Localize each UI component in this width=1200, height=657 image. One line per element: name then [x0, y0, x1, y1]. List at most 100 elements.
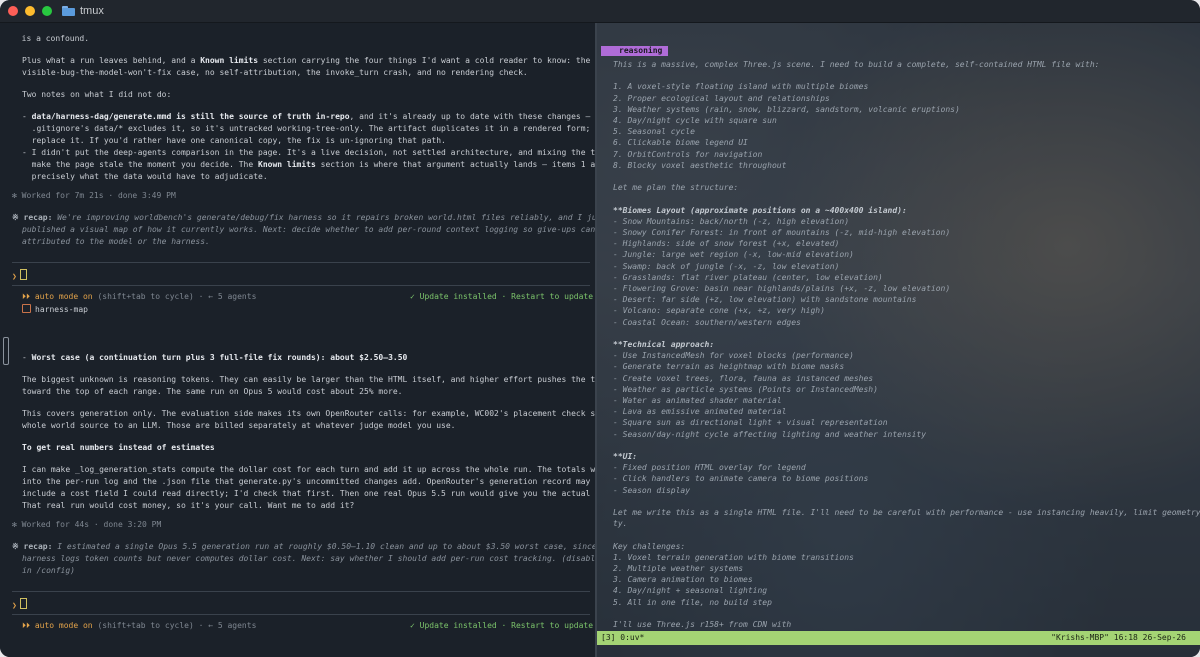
reasoning-line: - Create voxel trees, flora, fauna as in… [613, 373, 874, 383]
text-line: toward the top of each range. The same r… [22, 387, 403, 396]
reasoning-line: - Desert: far side (+z, low elevation) w… [613, 295, 917, 305]
text-line: - I didn't put the deep-agents compariso… [22, 148, 595, 157]
reasoning-line: 5. All in one file, no build step [613, 597, 772, 607]
text-line: is a confound. [12, 34, 90, 43]
worked-status: ✻ Worked for 7m 21s · done 3:49 PM [12, 191, 176, 200]
section-heading: To get real numbers instead of estimates [22, 443, 215, 452]
text-line: The biggest unknown is reasoning tokens.… [22, 375, 595, 384]
text-line: whole world source to an LLM. Those are … [22, 421, 456, 430]
text-line: I can make _log_generation_stats compute… [22, 465, 595, 474]
reasoning-line: - Lava as emissive animated material [613, 407, 787, 417]
text-line: .gitignore's data/* excludes it, so it's… [22, 124, 595, 133]
text-line: make the page stale the moment you decid… [22, 160, 595, 169]
text-line: Two notes on what I did not do: [22, 90, 172, 99]
reasoning-line: ty. [613, 519, 628, 529]
input-border-top [12, 591, 590, 592]
text-line: Plus what a run leaves behind, and a Kno… [22, 56, 591, 65]
reasoning-line: Let me write this as a single HTML file.… [613, 508, 1200, 517]
reasoning-line: - Season/day-night cycle affecting light… [613, 429, 927, 439]
reasoning-line: Key challenges: [613, 541, 686, 551]
mode-status: ⏵⏵ auto mode on (shift+tab to cycle) · ←… [22, 292, 257, 301]
window-title-text: tmux [80, 5, 104, 17]
reasoning-line: - Water as animated shader material [613, 396, 782, 405]
reasoning-line: - Generate terrain as heightmap with bio… [613, 362, 845, 372]
text-line: - Worst case (a continuation turn plus 3… [22, 353, 408, 362]
host-clock: "Krishs-MBP" 16:18 26-Sep-26 [1051, 633, 1186, 642]
reasoning-line: 4. Day/night cycle with square sun [613, 116, 777, 125]
reasoning-line: Let me plan the structure: [613, 183, 739, 193]
reasoning-line: - Fixed position HTML overlay for legend [613, 463, 806, 473]
text-line: precisely what the data would have to ad… [22, 172, 268, 181]
reasoning-line: 5. Seasonal cycle [613, 127, 695, 137]
text-line: visible-bug-the-model-won't-fix case, no… [22, 68, 528, 77]
reasoning-line: This is a massive, complex Three.js scen… [613, 60, 1100, 69]
reasoning-line: 2. Multiple weather systems [613, 564, 744, 573]
window-title: tmux [62, 5, 104, 17]
recap-line: harness logs token counts but never comp… [22, 554, 595, 563]
left-pane[interactable]: is a confound. Plus what a run leaves be… [0, 23, 595, 657]
reasoning-line: - Use InstancedMesh for voxel blocks (pe… [613, 351, 854, 361]
prompt-input[interactable]: ❯ [12, 269, 27, 282]
reasoning-line: - Weather as particle systems (Points or… [613, 384, 878, 394]
input-border-top [12, 262, 590, 263]
text-cursor [19, 269, 27, 280]
reasoning-line: 2. Proper ecological layout and relation… [613, 93, 830, 103]
reasoning-line: - Click handlers to animate camera to bi… [613, 474, 869, 484]
reasoning-line: - Highlands: side of snow forest (+x, el… [613, 239, 840, 249]
reasoning-line: - Snow Mountains: back/north (-z, high e… [613, 216, 850, 226]
reasoning-line: I'll use Three.js r158+ from CDN with [613, 620, 792, 629]
window-controls [8, 6, 52, 16]
window-list[interactable]: [3] 0:uv* [601, 631, 644, 645]
reasoning-line: - Season display [613, 485, 691, 495]
reasoning-label: reasoning [601, 46, 669, 56]
tmux-status-bar: [3] 0:uv* "Krishs-MBP" 16:18 26-Sep-26 [597, 631, 1200, 645]
recap-line: published a visual map of how it current… [22, 225, 595, 234]
reasoning-line: - Grasslands: flat river plateau (center… [613, 272, 883, 282]
reasoning-line: 7. OrbitControls for navigation [613, 149, 763, 159]
text-line: replace it. If you'd rather have one can… [22, 136, 446, 145]
scroll-indicator[interactable] [3, 337, 9, 365]
reasoning-line: 8. Blocky voxel aesthetic throughout [613, 160, 787, 170]
reasoning-line: 1. Voxel terrain generation with biome t… [613, 552, 854, 562]
text-line: into the per-run log and the .json file … [22, 477, 595, 486]
recap-line: attributed to the model or the harness. [22, 237, 210, 246]
reasoning-line: - Jungle: large wet region (-x, low-mid … [613, 250, 854, 260]
reasoning-line: - Square sun as directional light + visu… [613, 418, 888, 428]
text-line: include a cost field I could read direct… [22, 489, 595, 498]
reasoning-line: **Biomes Layout (approximate positions o… [613, 205, 907, 215]
reasoning-line: - Volcano: separate cone (+x, +z, very h… [613, 306, 825, 316]
text-cursor [19, 598, 27, 609]
zoom-button[interactable] [42, 6, 52, 16]
reasoning-line: 1. A voxel-style floating island with mu… [613, 82, 869, 92]
text-line: That real run would cost money, so it's … [22, 501, 355, 510]
prompt-input[interactable]: ❯ [12, 598, 27, 611]
input-border-bottom [12, 614, 590, 615]
update-status[interactable]: ✓ Update installed · Restart to update [410, 621, 593, 631]
worked-status: ✻ Worked for 44s · done 3:20 PM [12, 520, 162, 529]
reasoning-line: - Swamp: back of jungle (-x, -z, low ele… [613, 261, 840, 271]
reasoning-line: **UI: [613, 452, 638, 461]
link-icon [22, 304, 31, 313]
reasoning-line: - Snowy Conifer Forest: in front of moun… [613, 228, 951, 237]
reasoning-line: 3. Weather systems (rain, snow, blizzard… [613, 104, 960, 114]
recap-line: ※ recap: We're improving worldbench's ge… [12, 213, 595, 222]
recap-line: in /config) [22, 566, 75, 575]
reasoning-line: 6. Clickable biome legend UI [613, 138, 748, 148]
harness-map-link[interactable]: harness-map [22, 304, 88, 315]
reasoning-line: **Technical approach: [613, 340, 715, 349]
recap-line: ※ recap: I estimated a single Opus 5.5 g… [12, 542, 595, 551]
text-line: - data/harness-dag/generate.mmd is still… [22, 112, 595, 121]
text-line: This covers generation only. The evaluat… [22, 409, 595, 418]
folder-icon [62, 6, 75, 16]
reasoning-line: - Coastal Ocean: southern/western edges [613, 317, 801, 327]
mode-status: ⏵⏵ auto mode on (shift+tab to cycle) · ←… [22, 621, 257, 630]
input-border-bottom [12, 285, 590, 286]
reasoning-line: 4. Day/night + seasonal lighting [613, 586, 768, 596]
reasoning-line: - Flowering Grove: basin near highlands/… [613, 284, 951, 293]
close-button[interactable] [8, 6, 18, 16]
title-bar: tmux [0, 0, 1200, 23]
reasoning-line: 3. Camera animation to biomes [613, 575, 753, 585]
terminal-window: tmux is a confound. Plus what a run leav… [0, 0, 1200, 657]
update-status[interactable]: ✓ Update installed · Restart to update [410, 292, 593, 302]
minimize-button[interactable] [25, 6, 35, 16]
